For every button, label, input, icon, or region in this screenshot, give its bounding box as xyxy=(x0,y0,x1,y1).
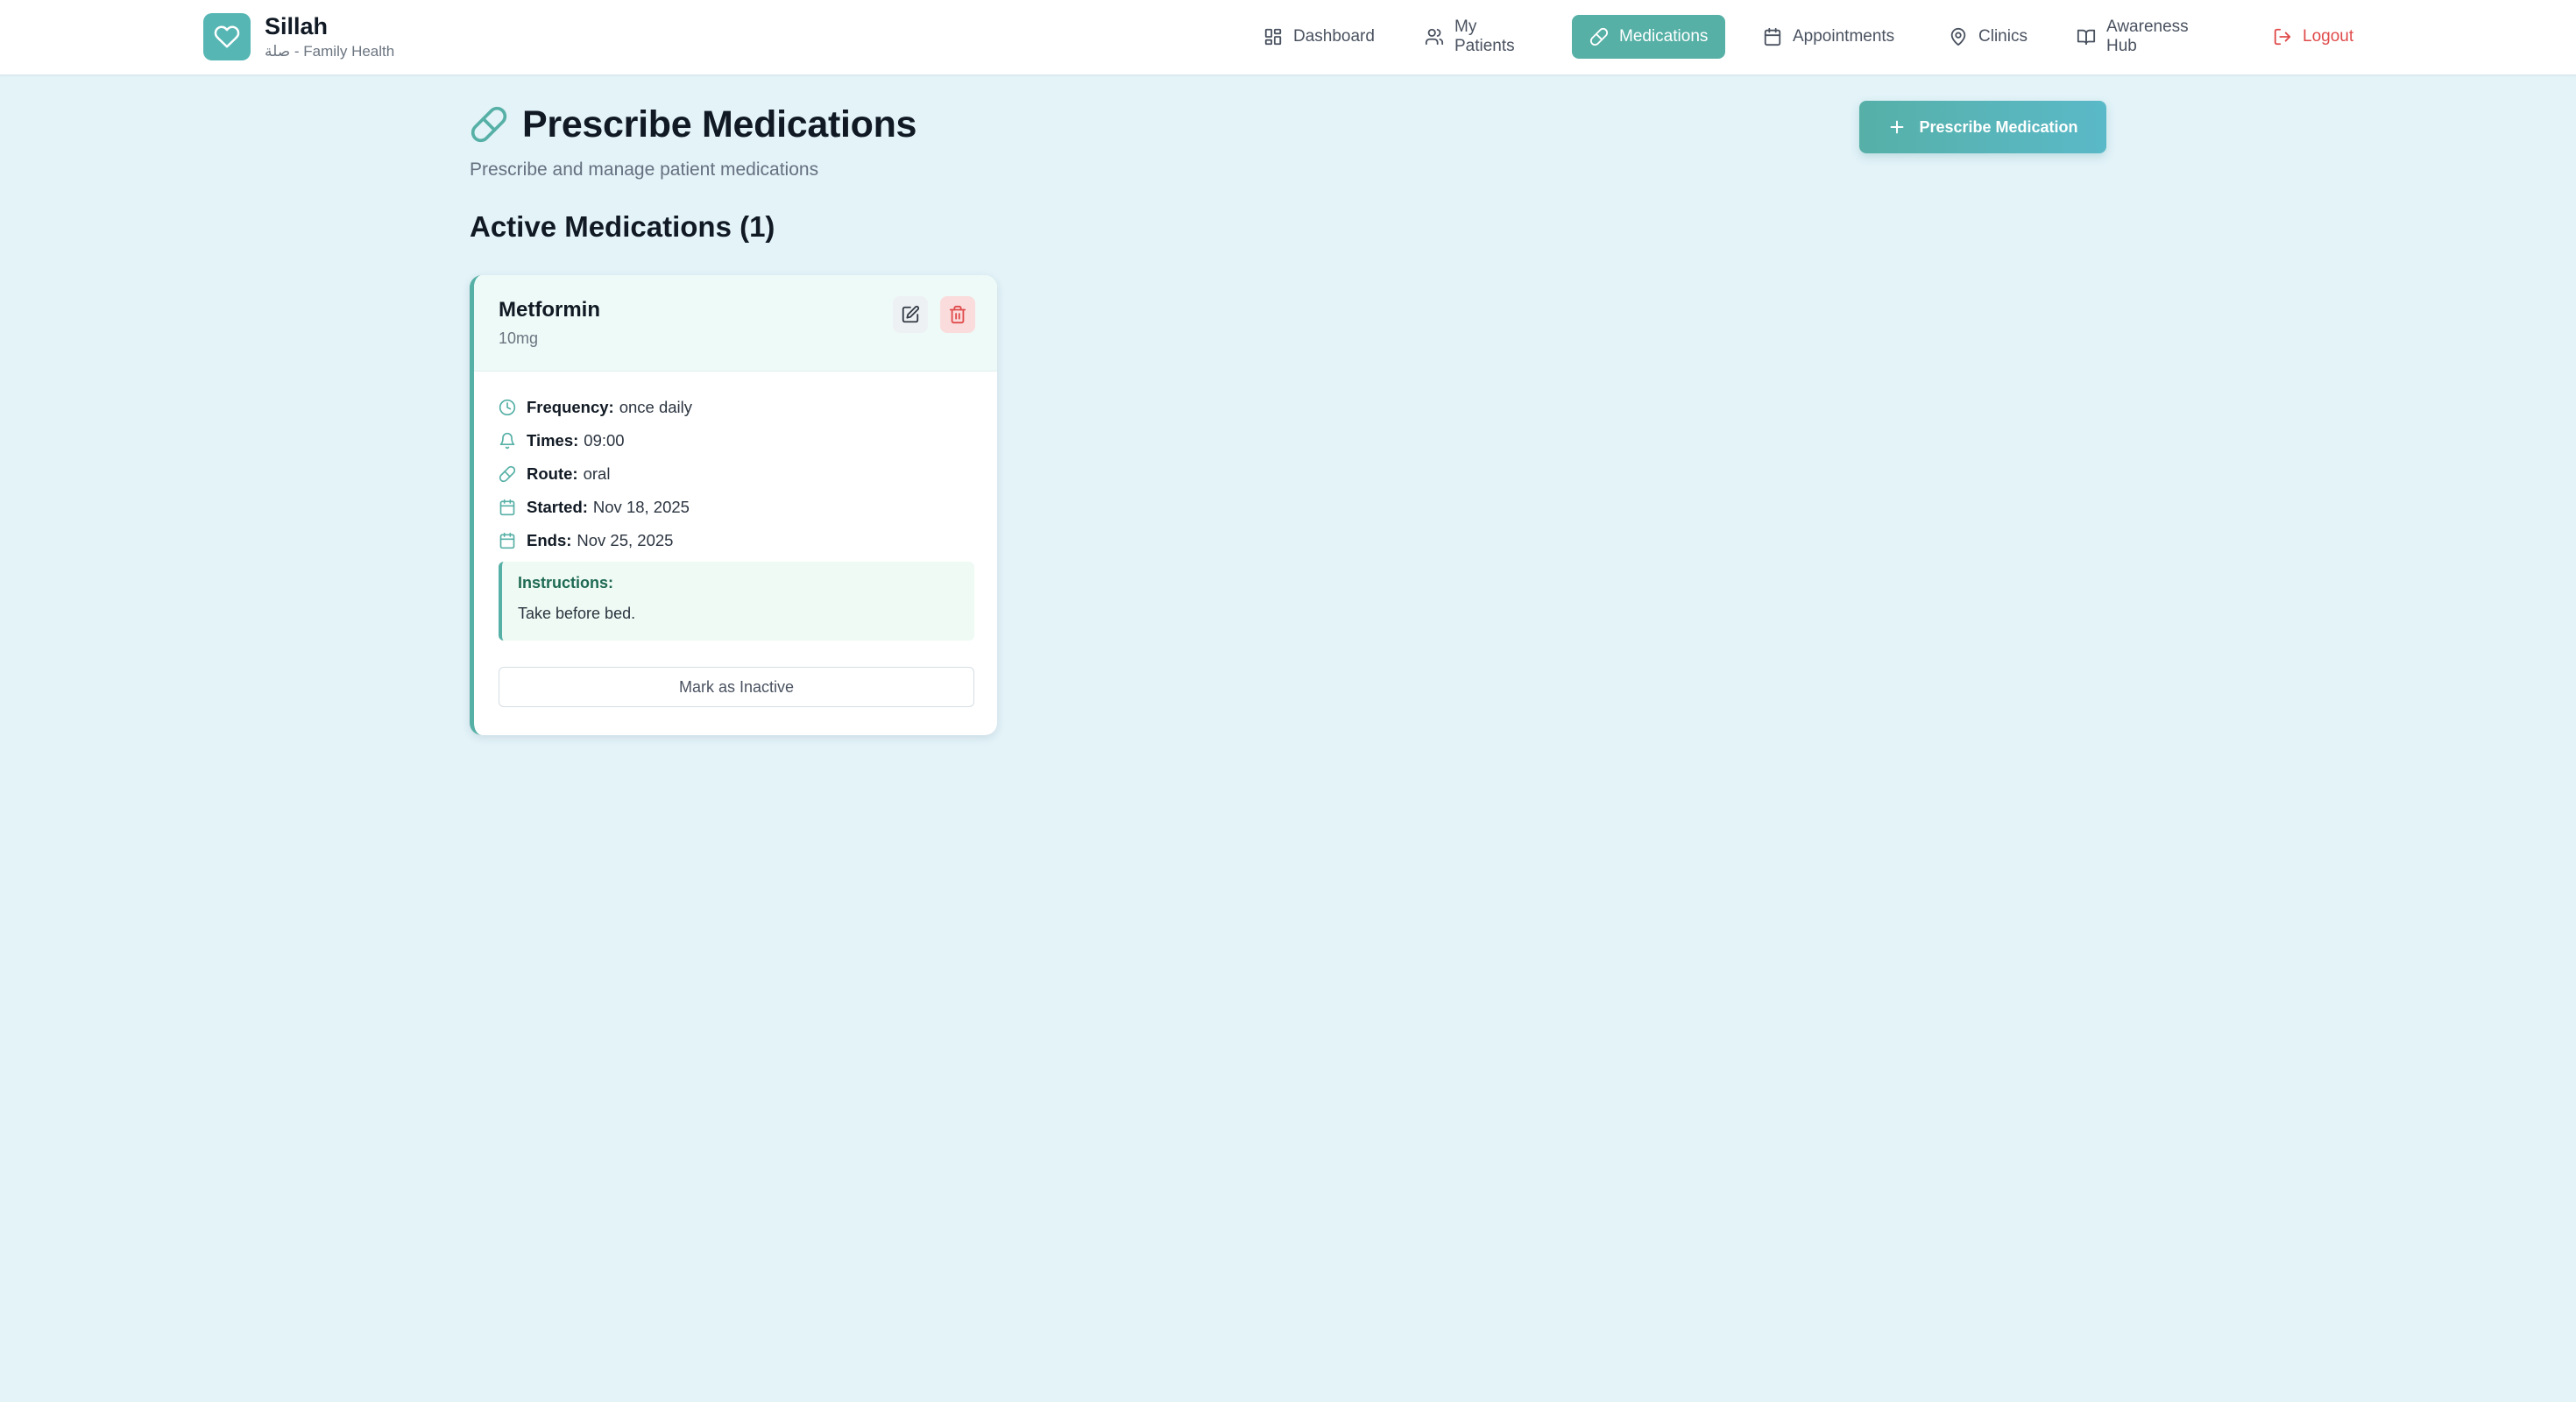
detail-value: oral xyxy=(583,464,611,483)
detail-started: Started: Nov 18, 2025 xyxy=(499,491,692,524)
logout-button[interactable]: Logout xyxy=(2255,15,2371,59)
brand[interactable]: Sillah صلة - Family Health xyxy=(203,13,394,60)
detail-ends: Ends: Nov 25, 2025 xyxy=(499,524,692,557)
detail-label: Started: xyxy=(527,498,588,516)
nav-item-label: Appointments xyxy=(1793,27,1895,46)
users-icon xyxy=(1425,27,1444,46)
mark-inactive-button[interactable]: Mark as Inactive xyxy=(499,667,974,707)
logout-label: Logout xyxy=(2303,27,2354,46)
edit-medication-button[interactable] xyxy=(893,296,928,333)
nav-item-label: Medications xyxy=(1619,27,1709,46)
bell-icon xyxy=(499,432,527,450)
detail-label: Times: xyxy=(527,431,579,450)
medication-card-header: Metformin 10mg xyxy=(474,275,997,372)
instructions-box: Instructions: Take before bed. xyxy=(499,562,974,641)
nav-item-clinics[interactable]: Clinics xyxy=(1931,15,2045,59)
section-title: Active Medications (1) xyxy=(470,210,775,243)
instructions-text: Take before bed. xyxy=(518,605,636,622)
trash-icon xyxy=(948,305,967,324)
pill-icon xyxy=(1589,27,1609,46)
page-title: Prescribe Medications xyxy=(522,103,917,145)
nav-item-label: My Patients xyxy=(1454,18,1515,55)
pill-icon xyxy=(470,105,508,144)
calendar-icon xyxy=(499,499,527,516)
top-navigation-bar: Sillah صلة - Family Health Dashboard My … xyxy=(0,0,2576,75)
calendar-icon xyxy=(1763,27,1782,46)
pill-icon xyxy=(499,465,527,483)
page-header: Prescribe Medications Prescribe and mana… xyxy=(470,98,916,181)
detail-frequency: Frequency: once daily xyxy=(499,391,692,424)
nav-item-my-patients[interactable]: My Patients xyxy=(1407,15,1532,59)
nav-item-label: Awareness Hub xyxy=(2106,18,2189,55)
detail-value: 09:00 xyxy=(584,431,625,450)
nav-item-medications[interactable]: Medications xyxy=(1572,15,1726,59)
nav-item-awareness-hub[interactable]: Awareness Hub xyxy=(2059,15,2206,59)
heart-icon xyxy=(203,13,251,60)
clock-icon xyxy=(499,399,527,416)
medication-card: Metformin 10mg Frequency: once daily Tim… xyxy=(470,275,997,735)
detail-times: Times: 09:00 xyxy=(499,424,692,457)
logout-icon xyxy=(2273,27,2292,46)
detail-label: Ends: xyxy=(527,531,572,549)
calendar-icon xyxy=(499,532,527,549)
nav-item-dashboard[interactable]: Dashboard xyxy=(1246,15,1392,59)
book-open-icon xyxy=(2077,27,2096,46)
edit-icon xyxy=(901,305,920,324)
brand-subtitle: صلة - Family Health xyxy=(265,42,395,60)
brand-name: Sillah xyxy=(265,12,329,39)
detail-value: Nov 18, 2025 xyxy=(592,498,690,516)
detail-route: Route: oral xyxy=(499,457,692,491)
medication-details: Frequency: once daily Times: 09:00 Route… xyxy=(499,391,692,557)
prescribe-medication-button[interactable]: Prescribe Medication xyxy=(1859,101,2106,153)
plus-icon xyxy=(1887,117,1907,137)
dashboard-grid-icon xyxy=(1263,27,1283,46)
detail-label: Route: xyxy=(527,464,578,483)
detail-label: Frequency: xyxy=(527,398,614,416)
detail-value: Nov 25, 2025 xyxy=(577,531,674,549)
instructions-label: Instructions: xyxy=(518,574,614,591)
map-pin-icon xyxy=(1949,27,1968,46)
detail-value: once daily xyxy=(619,398,693,416)
page-subtitle: Prescribe and manage patient medications xyxy=(470,159,819,180)
delete-medication-button[interactable] xyxy=(940,296,975,333)
nav-item-label: Clinics xyxy=(1978,27,2028,46)
prescribe-medication-label: Prescribe Medication xyxy=(1919,117,2078,136)
nav-item-label: Dashboard xyxy=(1293,27,1375,46)
nav-item-appointments[interactable]: Appointments xyxy=(1745,15,1912,59)
